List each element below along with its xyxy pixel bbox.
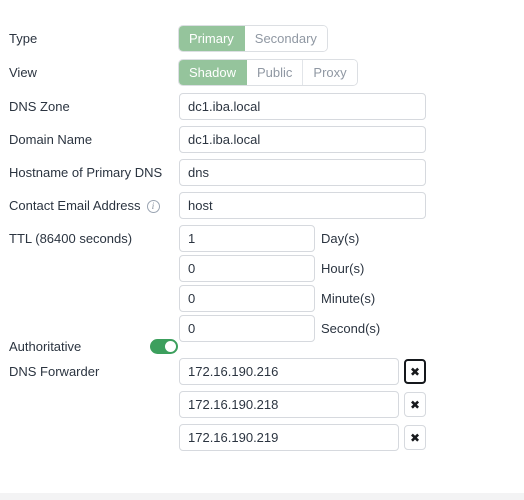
ttl-minutes-unit: Minute(s)	[321, 291, 376, 306]
form-row-dns-forwarder-2: ✖	[0, 388, 524, 421]
form-row-ttl-hours: Hour(s)	[0, 252, 524, 285]
ttl-hours-input[interactable]	[179, 255, 315, 282]
segment-view-public[interactable]: Public	[246, 60, 304, 85]
dns-zone-settings-form: Type Primary Secondary View Shadow Publi…	[0, 0, 524, 493]
label-dns-forwarder: DNS Forwarder	[9, 364, 100, 379]
form-row-dns-forwarder: DNS Forwarder ✖	[0, 355, 524, 388]
hostname-primary-dns-input[interactable]	[179, 159, 426, 186]
form-row-contact-email: Contact Email Address i	[0, 189, 524, 222]
ttl-minutes-input[interactable]	[179, 285, 315, 312]
ttl-hours-unit: Hour(s)	[321, 261, 365, 276]
label-ttl: TTL (86400 seconds)	[9, 231, 133, 246]
label-view: View	[9, 65, 37, 80]
form-row-dns-zone: DNS Zone	[0, 90, 524, 123]
label-dns-zone: DNS Zone	[9, 99, 70, 114]
toggle-knob	[165, 341, 176, 352]
label-contact-email: Contact Email Address i	[9, 198, 160, 214]
remove-dns-forwarder-button-2[interactable]: ✖	[404, 392, 426, 417]
label-domain-name: Domain Name	[9, 132, 93, 147]
form-row-hostname-primary-dns: Hostname of Primary DNS	[0, 156, 524, 189]
remove-dns-forwarder-button-3[interactable]: ✖	[404, 425, 426, 450]
segment-view-proxy[interactable]: Proxy	[303, 60, 357, 85]
segment-type-secondary[interactable]: Secondary	[244, 26, 327, 51]
dns-forwarder-input-2[interactable]	[179, 391, 399, 418]
dns-forwarder-input-3[interactable]	[179, 424, 399, 451]
form-row-view: View Shadow Public Proxy	[0, 56, 524, 89]
label-authoritative: Authoritative	[9, 339, 82, 354]
domain-name-input[interactable]	[179, 126, 426, 153]
dns-forwarder-input-1[interactable]	[179, 358, 399, 385]
ttl-days-input[interactable]	[179, 225, 315, 252]
form-row-ttl-minutes: Minute(s)	[0, 282, 524, 315]
label-hostname-primary-dns: Hostname of Primary DNS	[9, 165, 163, 180]
authoritative-toggle[interactable]	[150, 339, 178, 354]
segment-view-shadow[interactable]: Shadow	[179, 60, 247, 85]
info-icon[interactable]: i	[146, 199, 160, 213]
segmented-control-type[interactable]: Primary Secondary	[179, 26, 327, 51]
form-row-domain-name: Domain Name	[0, 123, 524, 156]
remove-dns-forwarder-button-1[interactable]: ✖	[404, 359, 426, 384]
label-contact-email-text: Contact Email Address	[9, 198, 141, 213]
contact-email-input[interactable]	[179, 192, 426, 219]
segmented-control-view[interactable]: Shadow Public Proxy	[179, 60, 357, 85]
dns-zone-input[interactable]	[179, 93, 426, 120]
form-row-dns-forwarder-3: ✖	[0, 421, 524, 454]
footer-strip	[0, 493, 524, 500]
ttl-days-unit: Day(s)	[321, 231, 360, 246]
segment-type-primary[interactable]: Primary	[179, 26, 245, 51]
label-type: Type	[9, 31, 38, 46]
form-row-type: Type Primary Secondary	[0, 22, 524, 55]
form-row-ttl: TTL (86400 seconds) Day(s)	[0, 222, 524, 255]
